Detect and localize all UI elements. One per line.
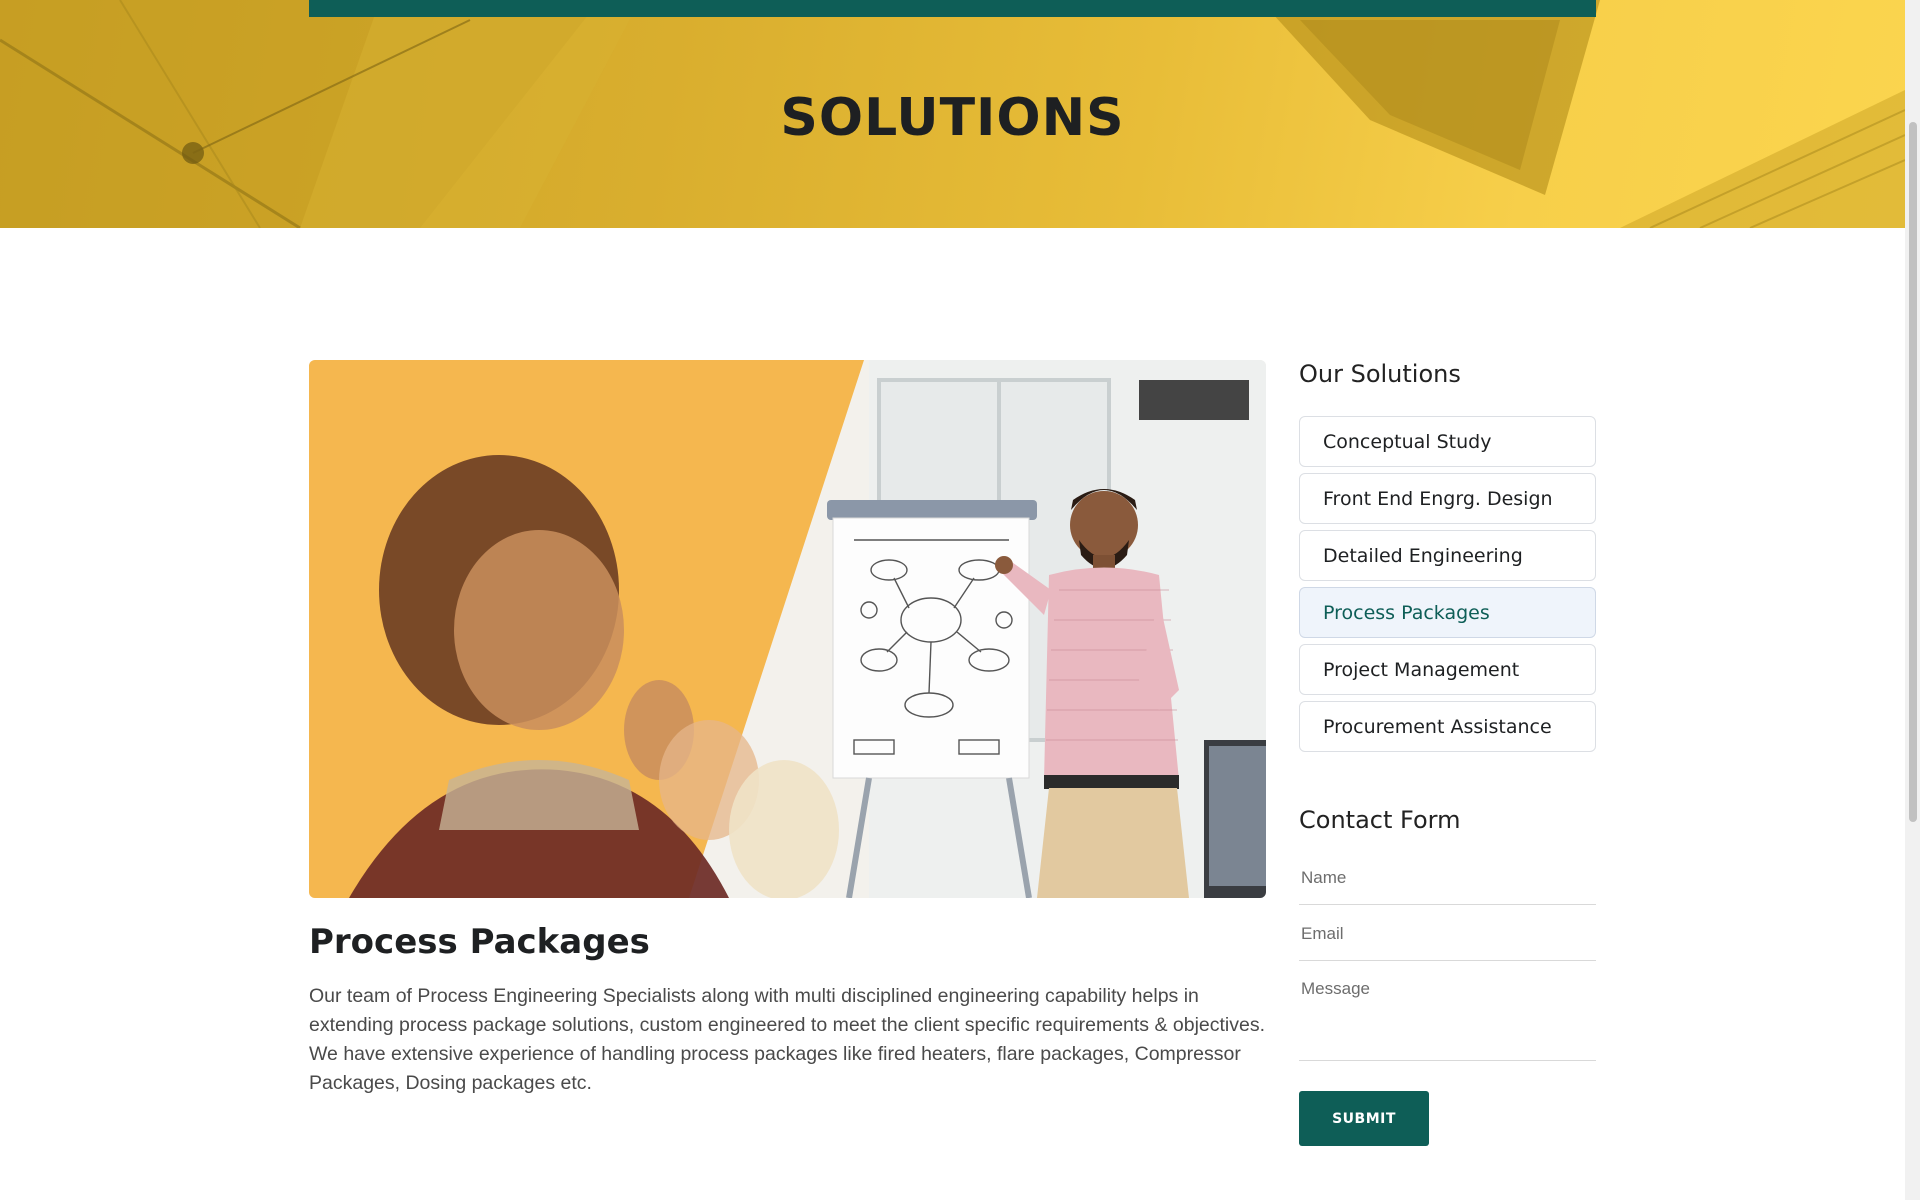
solution-item-detailed-engineering[interactable]: Detailed Engineering [1299, 530, 1596, 581]
hero-banner: SOLUTIONS [0, 0, 1905, 228]
name-input[interactable] [1299, 866, 1596, 890]
submit-button[interactable]: SUBMIT [1299, 1091, 1429, 1146]
page-title: SOLUTIONS [780, 88, 1125, 148]
solution-item-project-management[interactable]: Project Management [1299, 644, 1596, 695]
article-body: Our team of Process Engineering Speciali… [309, 985, 1266, 1094]
contact-form-heading: Contact Form [1299, 806, 1461, 834]
email-input[interactable] [1299, 922, 1596, 946]
feature-image [309, 360, 1266, 898]
message-field [1299, 977, 1596, 1061]
page-scrollbar[interactable] [1905, 0, 1920, 1200]
hero-top-accent-bar [309, 0, 1596, 17]
solutions-list: Conceptual Study Front End Engrg. Design… [1299, 416, 1596, 758]
solution-item-front-end-engrg-design[interactable]: Front End Engrg. Design [1299, 473, 1596, 524]
solutions-heading: Our Solutions [1299, 360, 1461, 388]
solution-item-process-packages[interactable]: Process Packages [1299, 587, 1596, 638]
message-textarea[interactable] [1299, 977, 1596, 1041]
solution-item-procurement-assistance[interactable]: Procurement Assistance [1299, 701, 1596, 752]
solution-item-conceptual-study[interactable]: Conceptual Study [1299, 416, 1596, 467]
article-title: Process Packages [309, 922, 650, 962]
scrollbar-thumb[interactable] [1909, 122, 1917, 822]
email-field [1299, 922, 1596, 961]
presentation-photo [309, 360, 1266, 898]
name-field [1299, 866, 1596, 905]
